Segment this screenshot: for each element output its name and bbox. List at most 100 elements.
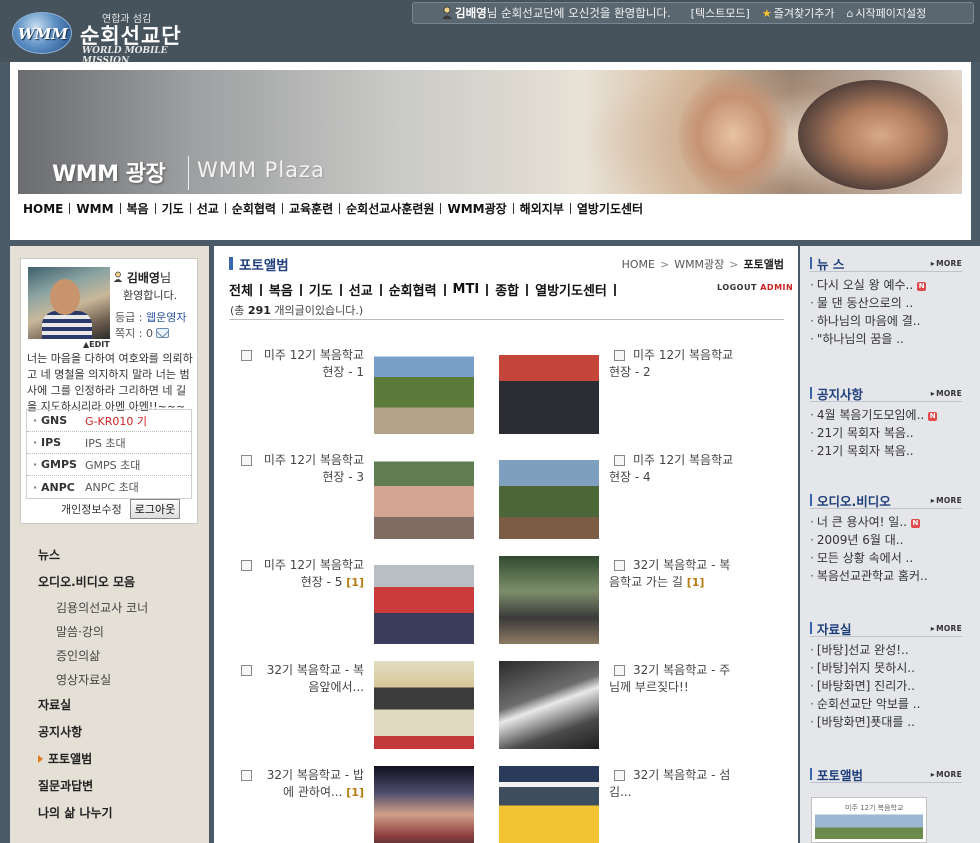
- gallery-item[interactable]: 미주 12기 복음학교 현장 - 4: [499, 451, 759, 545]
- list-item[interactable]: 4월 복음기도모임에..N: [810, 406, 962, 424]
- list-item[interactable]: 복음선교관학교 홈커..: [810, 567, 962, 585]
- login-notes[interactable]: 쪽지 : 0: [115, 325, 169, 341]
- menu-sub-video[interactable]: 영상자료실: [38, 668, 208, 692]
- text-mode-link[interactable]: [텍스트모드]: [691, 5, 750, 21]
- list-item[interactable]: [바탕화면]푯대를 ..: [810, 713, 962, 731]
- menu-library[interactable]: 자료실: [38, 692, 208, 719]
- board-logout-link[interactable]: LOGOUT: [717, 283, 757, 292]
- news-more-link[interactable]: MORE: [931, 259, 962, 268]
- edit-profile-link[interactable]: ▲EDIT: [83, 340, 110, 349]
- gallery-thumbnail[interactable]: [499, 661, 599, 749]
- nav-item[interactable]: WMM: [70, 202, 119, 216]
- gallery-item[interactable]: 32기 복음학교 - 복음학교 가는 길 [1]: [499, 556, 759, 650]
- bookmark-link[interactable]: ★ 즐겨찾기추가: [762, 5, 835, 21]
- select-checkbox[interactable]: [241, 770, 252, 781]
- category-item[interactable]: 종합: [488, 280, 526, 299]
- user-icon: [113, 271, 123, 282]
- gallery-item[interactable]: 32기 복음학교 - 섬김...: [499, 766, 759, 843]
- privacy-edit-link[interactable]: 개인정보수정: [61, 501, 122, 517]
- category-item[interactable]: 전체: [229, 280, 260, 299]
- gallery-item[interactable]: 미주 12기 복음학교 현장 - 3: [222, 451, 482, 545]
- select-checkbox[interactable]: [241, 560, 252, 571]
- list-item[interactable]: 다시 오실 왕 예수..N: [810, 276, 962, 294]
- gallery-thumbnail[interactable]: [374, 661, 474, 749]
- nav-item[interactable]: 순회협력: [226, 200, 282, 217]
- nav-item[interactable]: HOME: [23, 202, 69, 216]
- menu-news[interactable]: 뉴스: [38, 542, 208, 569]
- gallery-item[interactable]: 32기 복음학교 - 주님께 부르짖다!!: [499, 661, 759, 755]
- nav-item[interactable]: 선교: [191, 200, 225, 217]
- category-item[interactable]: 기도: [302, 280, 340, 299]
- gallery-item[interactable]: 미주 12기 복음학교 현장 - 1: [222, 346, 482, 440]
- gallery-thumbnail[interactable]: [374, 766, 474, 843]
- list-item[interactable]: 모든 상황 속에서 ..: [810, 549, 962, 567]
- menu-sub-lecture[interactable]: 말씀·강의: [38, 620, 208, 644]
- av-more-link[interactable]: MORE: [931, 496, 962, 505]
- gallery-thumbnail[interactable]: [374, 451, 474, 539]
- gallery-thumbnail[interactable]: [374, 346, 474, 434]
- gallery-item[interactable]: 32기 복음학교 - 복음앞에서...: [222, 661, 482, 755]
- list-item[interactable]: [바탕]쉬지 못하시..: [810, 659, 962, 677]
- menu-sub-testimony[interactable]: 증인의삶: [38, 644, 208, 668]
- list-item[interactable]: [바탕화면] 진리가..: [810, 677, 962, 695]
- category-item[interactable]: 선교: [342, 280, 380, 299]
- menu-photo-album[interactable]: 포토앨범: [38, 746, 208, 773]
- gallery-item-title[interactable]: 미주 12기 복음학교 현장 - 3: [258, 452, 364, 486]
- category-item[interactable]: 복음: [262, 280, 300, 299]
- select-checkbox[interactable]: [241, 665, 252, 676]
- menu-sub-corner[interactable]: 김용의선교사 코너: [38, 596, 208, 620]
- nav-item[interactable]: 해외지부: [514, 200, 570, 217]
- photo-more-link[interactable]: MORE: [931, 770, 962, 779]
- gallery-thumbnail[interactable]: [499, 346, 599, 434]
- gallery-item-title[interactable]: 미주 12기 복음학교 현장 - 1: [258, 347, 364, 381]
- list-item[interactable]: 2009년 6월 대..: [810, 531, 962, 549]
- gallery-thumbnail[interactable]: [499, 556, 599, 644]
- menu-notice[interactable]: 공지사항: [38, 719, 208, 746]
- nav-item[interactable]: 열방기도센터: [571, 200, 649, 217]
- gallery-thumbnail[interactable]: [499, 766, 599, 843]
- list-item[interactable]: 21기 목회자 복음..: [810, 442, 962, 460]
- list-item[interactable]: 순회선교단 악보를 ..: [810, 695, 962, 713]
- gallery-item[interactable]: 32기 복음학교 - 밥에 관하여... [1]: [222, 766, 482, 843]
- notice-more-link[interactable]: MORE: [931, 389, 962, 398]
- crumb-home[interactable]: HOME: [622, 258, 655, 271]
- gallery-thumbnail[interactable]: [499, 451, 599, 539]
- admin-link[interactable]: ADMIN: [760, 283, 793, 292]
- gallery-item-title[interactable]: 32기 복음학교 - 섬김...: [609, 767, 739, 801]
- menu-qna[interactable]: 질문과답변: [38, 773, 208, 800]
- logout-button[interactable]: 로그아웃: [129, 499, 181, 519]
- list-item[interactable]: 물 댄 동산으로의 ..: [810, 294, 962, 312]
- gallery-item-title[interactable]: 미주 12기 복음학교 현장 - 4: [609, 452, 739, 486]
- gallery-item[interactable]: 미주 12기 복음학교 현장 - 2: [499, 346, 759, 440]
- category-item[interactable]: MTI: [446, 282, 487, 297]
- list-item[interactable]: 하나님의 마음에 결..: [810, 312, 962, 330]
- gallery-item[interactable]: 미주 12기 복음학교 현장 - 5 [1]: [222, 556, 482, 650]
- photo-thumbnail[interactable]: 미주 12기 복음학교: [811, 797, 927, 843]
- gallery-item-title[interactable]: 미주 12기 복음학교 현장 - 5 [1]: [258, 557, 364, 591]
- nav-item[interactable]: 복음: [121, 200, 155, 217]
- gallery-item-title[interactable]: 32기 복음학교 - 복음학교 가는 길 [1]: [609, 557, 739, 591]
- nav-item[interactable]: 기도: [156, 200, 190, 217]
- gallery-item-title[interactable]: 미주 12기 복음학교 현장 - 2: [609, 347, 739, 381]
- nav-item[interactable]: WMM광장: [441, 200, 512, 217]
- nav-item[interactable]: 교육훈련: [283, 200, 339, 217]
- gallery-thumbnail[interactable]: [374, 556, 474, 644]
- gallery-item-title[interactable]: 32기 복음학교 - 밥에 관하여... [1]: [258, 767, 364, 801]
- select-checkbox[interactable]: [241, 350, 252, 361]
- gallery-item-title[interactable]: 32기 복음학교 - 주님께 부르짖다!!: [609, 662, 739, 696]
- select-checkbox[interactable]: [241, 455, 252, 466]
- list-item[interactable]: 21기 목회자 복음..: [810, 424, 962, 442]
- list-item[interactable]: 너 큰 용사여! 일..N: [810, 513, 962, 531]
- category-item[interactable]: 순회협력: [382, 280, 444, 299]
- nav-item[interactable]: 순회선교사훈련원: [340, 200, 440, 217]
- crumb-plaza[interactable]: WMM광장: [674, 256, 724, 272]
- library-more-link[interactable]: MORE: [931, 624, 962, 633]
- gallery-item-title[interactable]: 32기 복음학교 - 복음앞에서...: [258, 662, 364, 696]
- list-item[interactable]: "하나님의 꿈을 ..: [810, 330, 962, 348]
- menu-share[interactable]: 나의 삶 나누기: [38, 800, 208, 827]
- site-logo[interactable]: WMM 연합과 섬김 순회선교단 WORLD MOBILE MISSION: [12, 8, 212, 66]
- list-item[interactable]: [바탕]선교 완성!..: [810, 641, 962, 659]
- menu-audio-video[interactable]: 오디오.비디오 모음: [38, 569, 208, 596]
- category-item[interactable]: 열방기도센터: [528, 280, 614, 299]
- homepage-link[interactable]: ⌂ 시작페이지설정: [846, 5, 926, 21]
